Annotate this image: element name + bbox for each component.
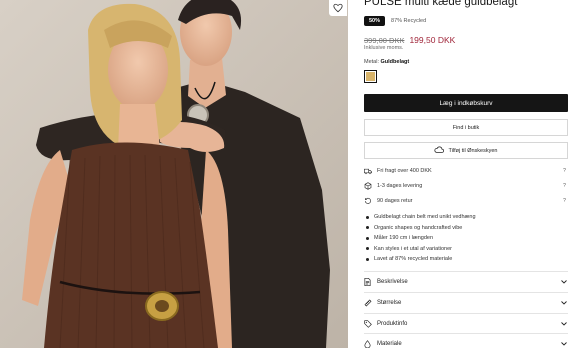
metal-label: Metal: <box>364 59 379 65</box>
add-to-wishlist-button[interactable]: Tilføj til Ønskeskyen <box>364 142 568 159</box>
cloud-icon <box>434 146 445 155</box>
product-image[interactable] <box>0 0 348 348</box>
question-icon[interactable]: ? <box>561 168 568 175</box>
return-text: 90 dages retur <box>377 198 413 204</box>
chevron-down-icon <box>560 321 568 326</box>
delivery-text: 1-3 dages levering <box>377 183 423 189</box>
chevron-down-icon <box>560 300 568 305</box>
accordion-product-info[interactable]: Produktinfo <box>364 313 568 333</box>
ruler-icon <box>364 299 373 307</box>
return-info-row: 90 dages retur ? <box>364 195 568 207</box>
discount-badge: 50% <box>364 16 386 26</box>
recycled-badge: 87% Recycled <box>391 18 427 24</box>
list-item: Kan styles i et utal af variationer <box>364 244 568 255</box>
return-icon <box>364 197 374 205</box>
accordion-label: Beskrivelse <box>377 278 408 285</box>
price: 399,00 DKK 199,50 DKK <box>364 35 455 45</box>
box-icon <box>364 182 374 190</box>
metal-selection-label: Metal: Guldbelagt <box>364 59 409 65</box>
vat-note: Inklusive moms. <box>364 45 404 51</box>
list-item: Organic shapes og handcrafted vibe <box>364 223 568 234</box>
find-in-store-label: Find i butik <box>452 124 480 131</box>
accordion-label: Størrelse <box>377 299 402 306</box>
delivery-info-row: 1-3 dages levering ? <box>364 180 568 192</box>
original-price: 399,00 DKK <box>364 36 405 45</box>
shipping-text: Fri fragt over 400 DKK <box>377 168 432 174</box>
accordion-size[interactable]: Størrelse <box>364 292 568 312</box>
accordion-label: Produktinfo <box>377 320 408 327</box>
truck-icon <box>364 168 374 175</box>
add-to-wishlist-label: Tilføj til Ønskeskyen <box>448 147 498 154</box>
wishlist-heart-button[interactable] <box>329 0 347 16</box>
product-title: PULSE multi kæde guldbelagt <box>364 0 518 8</box>
question-icon[interactable]: ? <box>561 198 568 205</box>
swatch-color <box>366 72 375 81</box>
add-to-cart-button[interactable]: Læg i indkøbskurv <box>364 94 568 112</box>
metal-swatch-gold[interactable] <box>364 70 377 83</box>
document-icon <box>364 277 373 286</box>
feature-list: Guldbelagt chain belt med unikt vedhæng … <box>364 212 568 265</box>
tag-icon <box>364 319 373 328</box>
question-icon[interactable]: ? <box>561 183 568 190</box>
accordion-description[interactable]: Beskrivelse <box>364 271 568 291</box>
chevron-down-icon <box>560 279 568 284</box>
chevron-down-icon <box>560 341 568 346</box>
accordion-material[interactable]: Materiale <box>364 333 568 348</box>
drop-icon <box>364 339 373 348</box>
heart-icon <box>333 3 343 13</box>
accordion-label: Materiale <box>377 340 402 347</box>
product-photo-illustration <box>0 0 348 348</box>
product-details-panel: PULSE multi kæde guldbelagt 50% 87% Recy… <box>348 0 575 348</box>
find-in-store-button[interactable]: Find i butik <box>364 119 568 136</box>
sale-price: 199,50 DKK <box>409 35 456 45</box>
metal-value: Guldbelagt <box>380 59 410 65</box>
list-item: Guldbelagt chain belt med unikt vedhæng <box>364 212 568 223</box>
list-item: Måler 190 cm i længden <box>364 233 568 244</box>
badge-row: 50% 87% Recycled <box>364 16 426 26</box>
shipping-info-row: Fri fragt over 400 DKK ? <box>364 165 568 177</box>
list-item: Lavet af 87% recycled materiale <box>364 254 568 265</box>
